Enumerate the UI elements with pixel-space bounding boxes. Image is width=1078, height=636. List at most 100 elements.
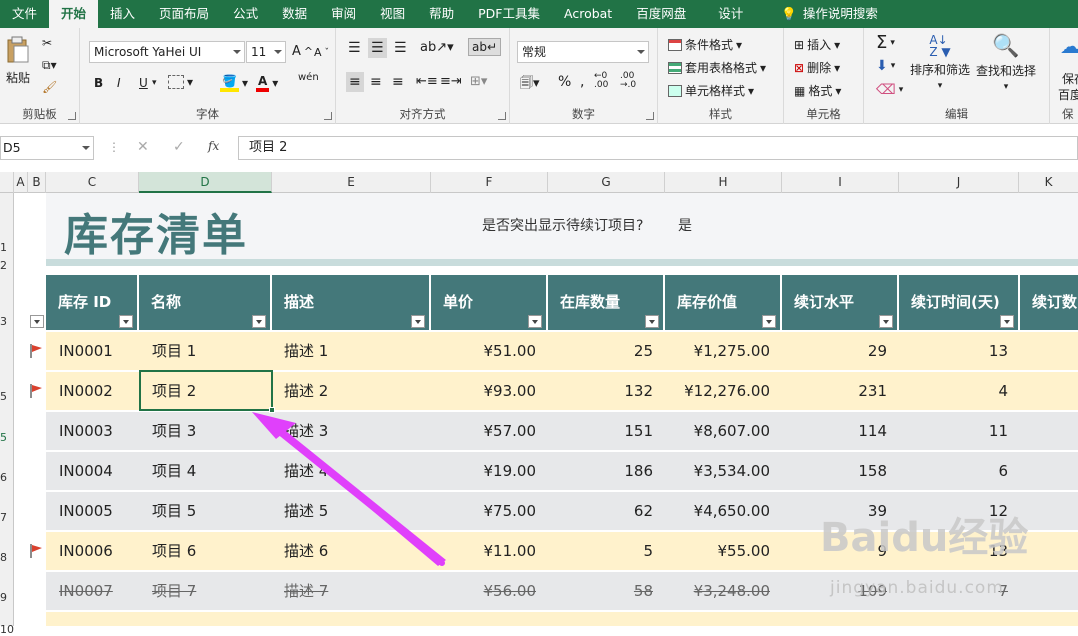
column-header-J[interactable]: J <box>899 172 1019 193</box>
grow-font-icon[interactable]: A ^ <box>292 44 313 59</box>
table-icon <box>668 38 682 51</box>
cut-icon[interactable]: ✂ <box>42 36 52 50</box>
autosum-icon[interactable]: Σ ▾ <box>876 32 895 53</box>
tab-2[interactable]: 插入 <box>98 0 147 28</box>
row-header[interactable]: 9 <box>0 591 14 604</box>
function-icon[interactable]: fx <box>208 139 219 153</box>
tab-0[interactable]: 文件 <box>0 0 49 28</box>
row-header[interactable]: 1 <box>0 241 14 254</box>
column-header-H[interactable]: H <box>665 172 782 193</box>
tab-5[interactable]: 数据 <box>270 0 319 28</box>
row-header[interactable]: 3 <box>0 315 14 328</box>
worksheet[interactable]: 库存清单 是否突出显示待续订项目? 是 库存 ID 名称 描述 单价 在库数量 库存价值续… <box>14 193 1078 626</box>
cell-styles-button[interactable]: 单元格样式 ▾ <box>668 82 754 99</box>
fill-color-icon[interactable]: 🪣 ▾ <box>220 74 248 92</box>
underline-button[interactable]: U <box>139 76 148 90</box>
decrease-indent-icon[interactable]: ⇤≡ <box>416 74 438 89</box>
tab-9[interactable]: PDF工具集 <box>466 0 552 28</box>
find-select-button[interactable]: 🔍 查找和选择 ▾ <box>976 34 1036 92</box>
align-middle-icon[interactable]: ☰ <box>368 38 387 58</box>
align-center-icon[interactable]: ≡ <box>370 74 382 90</box>
tab-12[interactable]: 设计 <box>698 0 763 28</box>
name-box[interactable]: D5 <box>0 136 94 160</box>
conditional-format-button[interactable]: 条件格式 ▾ <box>668 36 742 53</box>
column-header-I[interactable]: I <box>782 172 899 193</box>
currency-icon[interactable]: 🗐▾ <box>520 74 540 96</box>
number-format-select[interactable]: 常规 <box>517 41 649 63</box>
tab-8[interactable]: 帮助 <box>417 0 466 28</box>
column-header-F[interactable]: F <box>431 172 548 193</box>
tell-me-search[interactable]: 💡 操作说明搜索 <box>763 0 890 28</box>
select-all-corner[interactable] <box>0 172 14 193</box>
row-header[interactable]: 8 <box>0 551 14 564</box>
bold-button[interactable]: B <box>94 76 103 90</box>
percent-button[interactable]: % <box>558 74 571 90</box>
row-header[interactable]: 10 <box>0 623 14 636</box>
alignment-launcher-icon[interactable] <box>498 112 506 120</box>
column-header-K[interactable]: K <box>1019 172 1078 193</box>
cancel-icon[interactable]: ✕ <box>137 139 149 155</box>
wrap-text-icon[interactable]: ab↵ <box>468 38 502 56</box>
comma-style-icon[interactable]: , <box>580 74 584 90</box>
format-painter-icon[interactable]: 🖌 <box>42 80 57 94</box>
save-line2[interactable]: 百度 <box>1058 86 1078 103</box>
save-line1[interactable]: 保存 <box>1062 70 1078 87</box>
row-header[interactable]: 5 <box>0 431 14 444</box>
align-left-icon[interactable]: ≡ <box>346 72 364 92</box>
column-header-C[interactable]: C <box>46 172 139 193</box>
italic-button[interactable]: I <box>117 76 121 90</box>
orientation-icon[interactable]: ab↗▾ <box>420 40 454 55</box>
chevron-down-icon[interactable]: ▾ <box>152 78 157 88</box>
column-header-D[interactable]: D <box>139 172 272 193</box>
row-header[interactable]: 7 <box>0 511 14 524</box>
font-size-select[interactable]: 11 <box>246 41 286 63</box>
clear-icon[interactable]: ⌫ ▾ <box>876 82 903 98</box>
tab-6[interactable]: 审阅 <box>319 0 368 28</box>
insert-cells-button[interactable]: ⊞ 插入 ▾ <box>794 36 840 53</box>
tab-1[interactable]: 开始 <box>49 0 99 28</box>
more-dots-icon: ⋮ <box>108 140 120 154</box>
formula-input[interactable]: 项目 2 <box>238 136 1078 160</box>
column-header-B[interactable]: B <box>28 172 46 193</box>
fill-icon[interactable]: ⬇ ▾ <box>876 58 895 74</box>
check-icon[interactable]: ✓ <box>173 139 185 155</box>
paste-button[interactable]: 粘贴 <box>6 36 30 86</box>
shrink-font-icon[interactable]: Aˇ <box>314 46 329 59</box>
tab-11[interactable]: 百度网盘 <box>624 0 698 28</box>
align-right-icon[interactable]: ≡ <box>392 74 404 90</box>
copy-icon[interactable]: ⧉▾ <box>42 58 57 73</box>
font-family-select[interactable]: Microsoft YaHei UI <box>89 41 245 63</box>
row-header[interactable]: 5 <box>0 390 14 403</box>
tab-4[interactable]: 公式 <box>221 0 270 28</box>
border-icon[interactable]: ▾ <box>168 75 193 89</box>
increase-indent-icon[interactable]: ≡⇥ <box>440 74 462 89</box>
tab-3[interactable]: 页面布局 <box>147 0 221 28</box>
cloud-save-icon[interactable]: ☁ <box>1060 34 1078 58</box>
column-header-A[interactable]: A <box>14 172 28 193</box>
format-cells-button[interactable]: ▦ 格式 ▾ <box>794 82 841 99</box>
font-color-icon[interactable]: A ▾ <box>256 74 278 92</box>
align-top-icon[interactable]: ☰ <box>348 40 361 56</box>
number-label: 数字 <box>572 107 595 121</box>
align-bottom-icon[interactable]: ☰ <box>394 40 407 56</box>
merge-center-icon[interactable]: ⊞▾ <box>470 74 487 89</box>
tab-7[interactable]: 视图 <box>368 0 417 28</box>
format-as-table-button[interactable]: 套用表格格式 ▾ <box>668 59 766 76</box>
increase-decimal-icon[interactable]: ←0.00 <box>594 72 608 90</box>
font-launcher-icon[interactable] <box>324 112 332 120</box>
clipboard-launcher-icon[interactable] <box>68 112 76 120</box>
ribbon: 粘贴 ✂ ⧉▾ 🖌 剪贴板 Microsoft YaHei UI 11 A ^ A… <box>0 28 1078 124</box>
decrease-decimal-icon[interactable]: .00 →.0 <box>620 72 636 90</box>
phonetic-icon[interactable]: wén <box>298 72 319 83</box>
row-header[interactable]: 6 <box>0 471 14 484</box>
column-header-G[interactable]: G <box>548 172 665 193</box>
delete-icon: ⊠ <box>794 60 805 75</box>
column-header-E[interactable]: E <box>272 172 431 193</box>
delete-cells-button[interactable]: ⊠ 删除 ▾ <box>794 59 840 76</box>
sort-filter-button[interactable]: A↓ Z ▼ 排序和筛选 ▾ <box>910 34 970 91</box>
tab-10[interactable]: Acrobat <box>552 0 624 28</box>
number-launcher-icon[interactable] <box>646 112 654 120</box>
row-header[interactable]: 2 <box>0 259 14 272</box>
find-select-label: 查找和选择 <box>976 64 1037 78</box>
chevron-down-icon[interactable] <box>82 146 90 154</box>
